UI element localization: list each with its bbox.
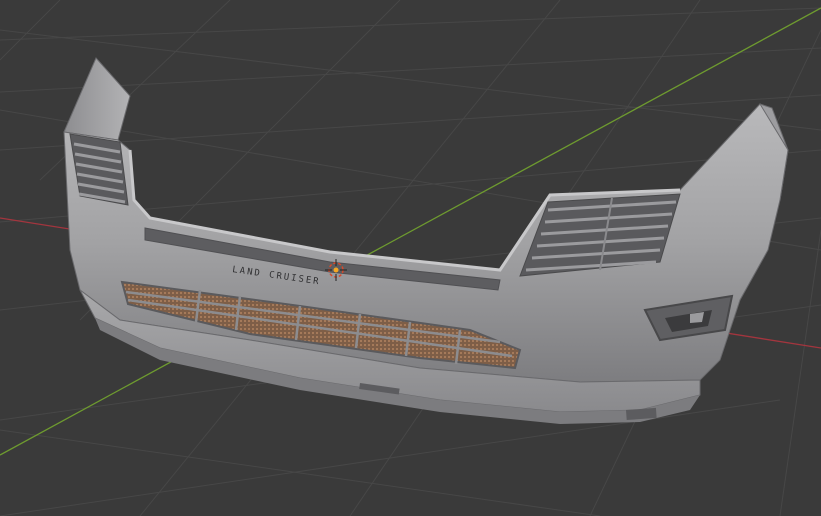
viewport-canvas[interactable]: LAND CRUISER (0, 0, 821, 516)
tow-hook-cover (625, 407, 657, 420)
object-origin-icon (333, 267, 339, 273)
left-wing-panel (63, 57, 131, 141)
3d-viewport[interactable]: LAND CRUISER (0, 0, 821, 516)
